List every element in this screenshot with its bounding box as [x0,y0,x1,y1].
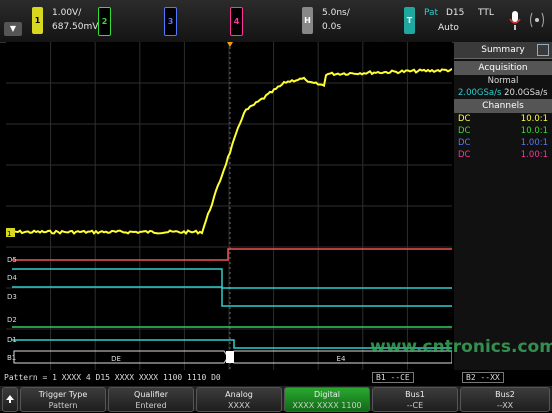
trigger-level: TTL [478,8,494,18]
d5-trace [12,248,452,261]
back-button[interactable] [2,387,18,412]
softkey-value: XXXX [228,401,250,410]
trigger-source: D15 [446,8,465,18]
softkey-analog[interactable]: Analog XXXX [196,387,282,412]
softkey-digital[interactable]: Digital XXXX XXXX 1100 [284,387,370,412]
d4-trace [12,268,452,289]
softkey-value: --CE [406,401,424,410]
sample-rate-1: 2.00GSa/s [458,88,502,98]
bus1-status: B1 --CE [372,372,414,383]
summary-tab[interactable]: Summary [454,42,552,59]
probe-ratio: 10.0:1 [520,126,548,136]
probe-ratio: 10.0:1 [520,114,548,124]
digital-channel-label: D5 [7,256,17,264]
acquisition-mode: Normal [487,76,519,86]
trigger-position-marker[interactable] [227,42,233,47]
menu-dropdown-button[interactable]: ▼ [4,22,22,36]
softkey-bar: Trigger Type Pattern Qualifier Entered A… [0,386,552,412]
softkey-label: Analog [225,390,253,399]
probe-ratio: 1.00:1 [520,138,548,148]
trigger-mode: Auto [438,23,459,33]
softkey-bus2[interactable]: Bus2 --XX [460,387,550,412]
softkey-value: XXXX XXXX 1100 [292,401,362,410]
watermark: www.cntronics.com [370,337,552,357]
softkey-label: Qualifier [134,390,168,399]
softkey-value: --XX [496,401,514,410]
trigger-button[interactable]: T [404,7,415,34]
bus-transition [226,351,234,363]
softkey-value: Pattern [48,401,78,410]
summary-panel: Summary Acquisition Normal 2.00GSa/s 20.… [454,42,552,370]
digital-channel-label: B1 [7,354,16,362]
softkey-bus1[interactable]: Bus1 --CE [372,387,458,412]
softkey-label: Trigger Type [38,390,88,399]
digital-channel-label: D2 [7,316,17,324]
time-scale: 5.0ns/ [322,8,350,18]
sample-rates: 2.00GSa/s 20.0GSa/s [454,87,552,99]
softkey-label: Bus1 [405,390,425,399]
softkey-label: Bus2 [495,390,515,399]
signal-icon [530,12,544,28]
time-delay: 0.0s [322,22,342,32]
softkey-trigger-type[interactable]: Trigger Type Pattern [20,387,106,412]
channel-coupling: DC [458,138,471,148]
channel-coupling: DC [458,114,471,124]
channel-row-4: DC 1.00:1 [454,149,552,161]
graticule [6,42,452,370]
bus2-status: B2 --XX [462,372,504,383]
channel-3-button[interactable]: 3 [164,7,177,36]
bus-value-right: E4 [337,355,346,363]
acquisition-header: Acquisition [454,61,552,75]
pattern-text: Pattern = 1 XXXX 4 D15 XXXX XXXX 1100 11… [4,373,221,382]
horizontal-button[interactable]: H [302,7,313,34]
microphone-icon[interactable] [508,10,522,32]
sample-rate-2: 20.0GSa/s [504,88,548,98]
channel-coupling: DC [458,150,471,160]
panel-expand-icon[interactable] [537,44,549,56]
digital-channel-label: D3 [7,293,17,301]
channel-2-button[interactable]: 2 [98,7,111,36]
channel-4-button[interactable]: 4 [230,7,243,36]
softkey-label: Digital [314,390,340,399]
up-arrow-icon [6,395,14,403]
channel-coupling: DC [458,126,471,136]
ch1-scale: 1.00V/ [52,8,82,18]
channel-row-2: DC 10.0:1 [454,125,552,137]
channels-header: Channels [454,99,552,113]
channel-1-button[interactable]: 1 [32,7,43,34]
d3-trace [12,286,452,307]
probe-ratio: 1.00:1 [520,150,548,160]
pattern-status-bar: Pattern = 1 XXXX 4 D15 XXXX XXXX 1100 11… [0,372,552,385]
channel-row-1: DC 10.0:1 [454,113,552,125]
trigger-type: Pat [424,8,439,18]
bus-value-left: DE [111,355,121,363]
softkey-value: Entered [135,401,167,410]
waveform-display[interactable]: DE E4 1 D5 D4 D3 D2 D1 B1 [6,42,453,370]
softkey-qualifier[interactable]: Qualifier Entered [108,387,194,412]
ch1-offset: 687.50mV [52,22,99,32]
bus-segment-left [13,350,229,364]
ch1-marker-label: 1 [7,230,11,238]
digital-channel-label: D1 [7,336,17,344]
digital-channel-label: D4 [7,274,17,282]
summary-title: Summary [481,45,525,55]
channel-row-3: DC 1.00:1 [454,137,552,149]
top-status-bar: ▼ 1 1.00V/ 687.50mV 2 3 4 H 5.0ns/ 0.0s … [0,0,552,43]
